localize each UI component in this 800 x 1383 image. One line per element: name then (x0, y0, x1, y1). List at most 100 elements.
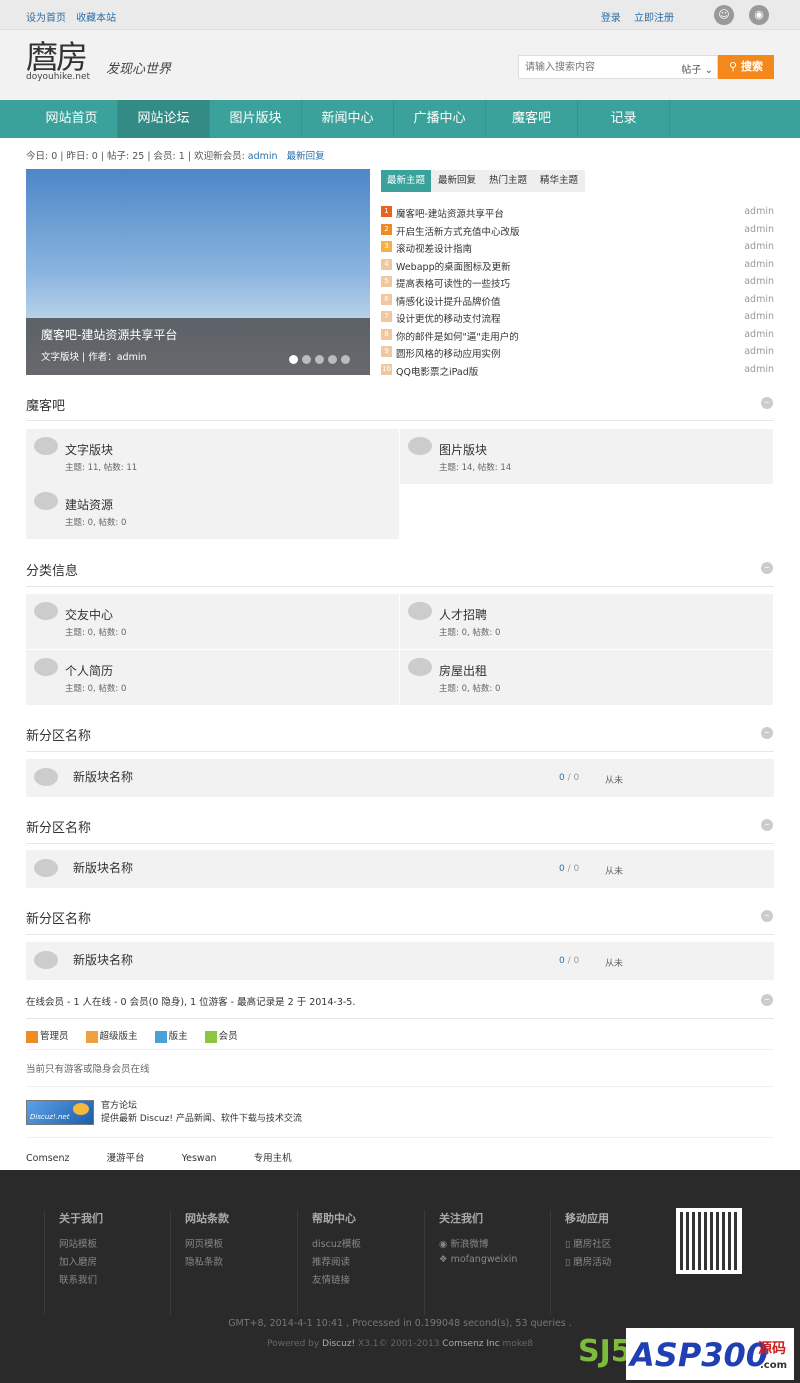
forum-name[interactable]: 交友中心 (65, 606, 113, 623)
newest-member-link[interactable]: admin (248, 151, 278, 162)
collapse-icon[interactable]: – (761, 910, 773, 922)
footer-link[interactable]: 友情链接 (312, 1272, 350, 1286)
topic-link[interactable]: 魔客吧-建站资源共享平台 (396, 206, 504, 220)
footer-link[interactable]: 加入磨房 (59, 1254, 97, 1268)
forum-row[interactable]: 新版块名称 0 / 0 从未 (26, 850, 774, 888)
topic-link[interactable]: 圆形风格的移动应用实例 (396, 346, 501, 360)
topic-link[interactable]: 滚动视差设计指南 (396, 241, 472, 255)
slide-dot[interactable] (341, 355, 350, 364)
friend-link[interactable]: Yeswan (182, 1153, 217, 1164)
topic-author[interactable]: admin (744, 224, 774, 235)
topic-link[interactable]: 提高表格可读性的一些技巧 (396, 276, 510, 290)
footer-link[interactable]: ❖ mofangweixin (439, 1254, 517, 1265)
collapse-icon[interactable]: – (761, 994, 773, 1006)
footer-link[interactable]: 联系我们 (59, 1272, 97, 1286)
forum-name[interactable]: 新版块名称 (73, 768, 133, 785)
comsenz-link[interactable]: Comsenz Inc (442, 1339, 499, 1349)
friend-link[interactable]: 漫游平台 (107, 1153, 145, 1164)
nav-news[interactable]: 新闻中心 (302, 100, 394, 138)
topic-author[interactable]: admin (744, 206, 774, 217)
collapse-icon[interactable]: – (761, 819, 773, 831)
slide-title[interactable]: 魔客吧-建站资源共享平台 (41, 326, 177, 343)
section-title[interactable]: 新分区名称 (26, 908, 91, 927)
footer-link[interactable]: 网站模板 (59, 1236, 97, 1250)
search-scope-select[interactable]: 帖子 ⌄ (681, 61, 713, 76)
bookmark-link[interactable]: 收藏本站 (76, 13, 116, 24)
featured-slideshow[interactable]: 魔客吧-建站资源共享平台 文字版块 | 作者：admin (26, 169, 370, 375)
topic-author[interactable]: admin (744, 276, 774, 287)
forum-name[interactable]: 新版块名称 (73, 951, 133, 968)
forum-name[interactable]: 建站资源 (65, 496, 113, 513)
topic-author[interactable]: admin (744, 241, 774, 252)
footer-link[interactable]: 推荐阅读 (312, 1254, 350, 1268)
online-summary[interactable]: 在线会员 - 1 人在线 - 0 会员(0 隐身), 1 位游客 - 最高记录是… (26, 994, 355, 1008)
qq-icon[interactable]: ☺ (714, 5, 734, 25)
partner-name[interactable]: 官方论坛 (101, 1100, 302, 1113)
forum-name[interactable]: 人才招聘 (439, 606, 487, 623)
forum-card[interactable]: 个人简历 主题: 0, 帖数: 0 (26, 650, 399, 705)
forum-name[interactable]: 文字版块 (65, 441, 113, 458)
section-title[interactable]: 新分区名称 (26, 725, 91, 744)
discuz-link[interactable]: Discuz! (322, 1339, 355, 1349)
tab-latest-topics[interactable]: 最新主题 (381, 170, 431, 192)
forum-row[interactable]: 新版块名称 0 / 0 从未 (26, 759, 774, 797)
forum-row[interactable]: 新版块名称 0 / 0 从未 (26, 942, 774, 980)
partner-logo[interactable]: Discuz!.net (26, 1100, 94, 1125)
section-title[interactable]: 新分区名称 (26, 817, 91, 836)
weibo-icon[interactable]: ◉ (749, 5, 769, 25)
topic-link[interactable]: 设计更优的移动支付流程 (396, 311, 501, 325)
nav-records[interactable]: 记录 (578, 100, 670, 138)
nav-broadcast[interactable]: 广播中心 (394, 100, 486, 138)
nav-home[interactable]: 网站首页 (26, 100, 118, 138)
forum-card[interactable]: 建站资源 主题: 0, 帖数: 0 (26, 484, 399, 539)
footer-link[interactable]: ▯ 磨房活动 (565, 1254, 611, 1268)
login-link[interactable]: 登录 (601, 13, 621, 24)
collapse-icon[interactable]: – (761, 562, 773, 574)
forum-card[interactable]: 图片版块 主题: 14, 帖数: 14 (400, 429, 773, 484)
forum-name[interactable]: 房屋出租 (439, 662, 487, 679)
nav-moke8[interactable]: 魔客吧 (486, 100, 578, 138)
topic-author[interactable]: admin (744, 346, 774, 357)
forum-card[interactable]: 房屋出租 主题: 0, 帖数: 0 (400, 650, 773, 705)
slide-dot[interactable] (315, 355, 324, 364)
footer-link[interactable]: ▯ 磨房社区 (565, 1236, 611, 1250)
slide-dot[interactable] (289, 355, 298, 364)
nav-forum[interactable]: 网站论坛 (118, 100, 210, 138)
topic-author[interactable]: admin (744, 364, 774, 375)
topic-author[interactable]: admin (744, 329, 774, 340)
collapse-icon[interactable]: – (761, 727, 773, 739)
footer-link[interactable]: 隐私条款 (185, 1254, 223, 1268)
search-button[interactable]: ⚲ 搜索 (718, 55, 774, 79)
register-link[interactable]: 立即注册 (634, 13, 674, 24)
set-homepage-link[interactable]: 设为首页 (26, 13, 66, 24)
forum-name[interactable]: 图片版块 (439, 441, 487, 458)
topic-link[interactable]: 开启生活新方式充值中心改版 (396, 224, 520, 238)
section-title[interactable]: 魔客吧 (26, 395, 65, 414)
collapse-icon[interactable]: – (761, 397, 773, 409)
forum-card[interactable]: 交友中心 主题: 0, 帖数: 0 (26, 594, 399, 649)
nav-pictures[interactable]: 图片版块 (210, 100, 302, 138)
slide-dot[interactable] (302, 355, 311, 364)
topic-link[interactable]: QQ电影票之iPad版 (396, 364, 478, 378)
friend-link[interactable]: Comsenz (26, 1153, 70, 1164)
tab-hot-topics[interactable]: 热门主题 (483, 170, 533, 192)
footer-link[interactable]: ◉ 新浪微博 (439, 1236, 488, 1250)
topic-author[interactable]: admin (744, 294, 774, 305)
forum-name[interactable]: 新版块名称 (73, 859, 133, 876)
slide-dot[interactable] (328, 355, 337, 364)
footer-link[interactable]: 网页模板 (185, 1236, 223, 1250)
topic-link[interactable]: Webapp的桌面图标及更新 (396, 259, 511, 273)
tab-latest-replies[interactable]: 最新回复 (431, 170, 483, 192)
topic-link[interactable]: 情感化设计提升品牌价值 (396, 294, 501, 308)
topic-link[interactable]: 你的邮件是如何"逼"走用户的 (396, 329, 519, 343)
site-logo[interactable]: 麿房 doyouhike.net (26, 40, 90, 82)
topic-author[interactable]: admin (744, 311, 774, 322)
search-input[interactable] (519, 56, 669, 78)
footer-link[interactable]: discuz模板 (312, 1236, 361, 1250)
forum-name[interactable]: 个人简历 (65, 662, 113, 679)
latest-replies-link[interactable]: 最新回复 (287, 151, 325, 162)
friend-link[interactable]: 专用主机 (254, 1153, 292, 1164)
forum-card[interactable]: 文字版块 主题: 11, 帖数: 11 (26, 429, 399, 484)
topic-author[interactable]: admin (744, 259, 774, 270)
forum-card[interactable]: 人才招聘 主题: 0, 帖数: 0 (400, 594, 773, 649)
